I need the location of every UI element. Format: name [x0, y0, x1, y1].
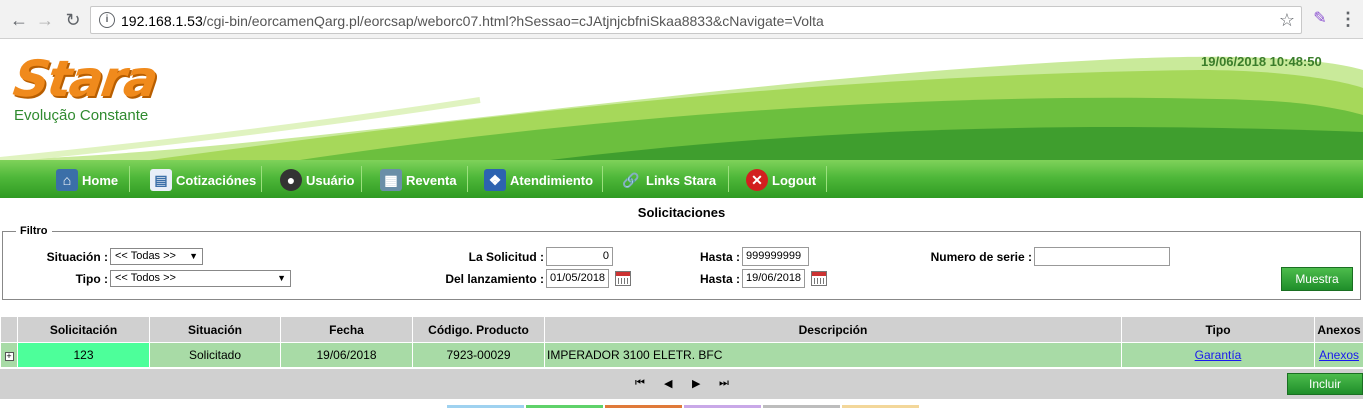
reload-icon[interactable]: ↻ — [62, 9, 84, 31]
menu-icon[interactable]: ⋮ — [1338, 8, 1358, 30]
chevron-down-icon: ▼ — [189, 251, 198, 261]
menu-divider — [467, 166, 468, 192]
cell-codigo: 7923-00029 — [412, 342, 545, 368]
situacion-value: << Todas >> — [115, 250, 176, 262]
header-descripcion[interactable]: Descripción — [544, 316, 1122, 343]
header-tipo[interactable]: Tipo — [1121, 316, 1315, 343]
menu-divider — [602, 166, 603, 192]
menu-item-cotizaciones[interactable]: ▤ Cotizaciónes — [150, 167, 256, 193]
header-anexos[interactable]: Anexos — [1314, 316, 1363, 343]
document-icon: ▤ — [150, 169, 172, 191]
menu-label: Logout — [772, 172, 817, 188]
first-page-icon[interactable]: ⏮ — [635, 377, 645, 390]
user-icon: ● — [280, 169, 302, 191]
star-icon[interactable]: ☆ — [1279, 10, 1295, 31]
address-bar[interactable]: i 192.168.1.53/cgi-bin/eorcamenQarg.pl/e… — [90, 6, 1302, 34]
calendar-icon[interactable] — [811, 271, 827, 286]
tipo-label: Tipo : — [75, 272, 108, 286]
menu-label: Cotizaciónes — [176, 172, 257, 188]
cell-anexos: Anexos — [1314, 342, 1363, 368]
hasta-solicitud-input[interactable]: 999999999 — [742, 247, 809, 266]
menu-divider — [129, 166, 130, 192]
cell-descripcion: IMPERADOR 3100 ELETR. BFC — [544, 342, 1122, 368]
menu-label: Home — [82, 172, 119, 188]
last-page-icon[interactable]: ⏭ — [719, 377, 729, 390]
header-solicitacion[interactable]: Solicitación — [17, 316, 150, 343]
cell-situacion: Solicitado — [149, 342, 281, 368]
solicitud-label: La Solicitud : — [468, 250, 544, 264]
header-expander — [0, 316, 18, 343]
grid-pager: ⏮ ◀ ▶ ⏭ Incluir — [0, 369, 1363, 399]
situacion-select[interactable]: << Todas >> ▼ — [110, 248, 203, 265]
stara-logo: Stara — [10, 50, 160, 108]
cell-fecha: 19/06/2018 — [280, 342, 413, 368]
url-path: /cgi-bin/eorcamenQarg.pl/eorcsap/weborc0… — [202, 13, 824, 29]
cell-tipo: Garantía — [1121, 342, 1315, 368]
grid-header-row: Solicitación Situación Fecha Código. Pro… — [0, 316, 1363, 343]
extension-icon[interactable]: ✎ — [1309, 8, 1331, 30]
lanzamiento-label: Del lanzamiento : — [445, 272, 544, 286]
browser-toolbar: ← → ↻ i 192.168.1.53/cgi-bin/eorcamenQar… — [0, 0, 1363, 39]
forward-icon[interactable]: → — [34, 9, 56, 31]
header-codigo[interactable]: Código. Producto — [412, 316, 545, 343]
tagline: Evolução Constante — [14, 107, 149, 124]
info-icon[interactable]: i — [99, 12, 115, 28]
situacion-label: Situación : — [46, 250, 108, 264]
tipo-link[interactable]: Garantía — [1195, 348, 1242, 362]
prev-page-icon[interactable]: ◀ — [664, 377, 672, 390]
menu-label: Reventa — [406, 172, 457, 188]
anexos-link[interactable]: Anexos — [1319, 348, 1359, 362]
menu-item-home[interactable]: ⌂ Home — [56, 167, 118, 193]
solicitud-input[interactable]: 0 — [546, 247, 613, 266]
back-icon[interactable]: ← — [8, 9, 30, 31]
service-icon: ❖ — [484, 169, 506, 191]
expander-cell[interactable]: + — [0, 342, 18, 368]
menu-item-logout[interactable]: ✕ Logout — [746, 167, 816, 193]
header-banner: Stara Evolução Constante 19/06/2018 10:4… — [0, 40, 1363, 160]
incluir-button[interactable]: Incluir — [1287, 373, 1363, 395]
logout-icon: ✕ — [746, 169, 768, 191]
page-title: Solicitaciones — [637, 205, 726, 220]
cell-solicitacion[interactable]: 123 — [17, 342, 150, 368]
tipo-select[interactable]: << Todos >> ▼ — [110, 270, 291, 287]
serie-label: Numero de serie : — [930, 250, 1032, 264]
lanzamiento-input[interactable]: 01/05/2018 — [546, 269, 609, 288]
table-row[interactable]: + 123 Solicitado 19/06/2018 7923-00029 I… — [0, 342, 1363, 368]
menu-label: Links Stara — [646, 172, 717, 188]
url-text[interactable]: 192.168.1.53/cgi-bin/eorcamenQarg.pl/eor… — [121, 13, 824, 29]
link-icon: 🔗 — [622, 172, 640, 188]
menu-item-links-stara[interactable]: 🔗 Links Stara — [620, 167, 716, 193]
hasta-solicitud-label: Hasta : — [699, 250, 740, 264]
logo-text: Stara — [9, 50, 161, 108]
next-page-icon[interactable]: ▶ — [692, 377, 700, 390]
tipo-value: << Todos >> — [115, 272, 176, 284]
menu-item-atendimiento[interactable]: ❖ Atendimiento — [484, 167, 593, 193]
menu-divider — [728, 166, 729, 192]
expand-icon[interactable]: + — [4, 352, 14, 361]
datetime-label: 19/06/2018 10:48:50 — [1201, 54, 1322, 69]
header-fecha[interactable]: Fecha — [280, 316, 413, 343]
hasta-fecha-input[interactable]: 19/06/2018 — [742, 269, 805, 288]
muestra-button[interactable]: Muestra — [1281, 267, 1353, 291]
menu-divider — [826, 166, 827, 192]
url-host: 192.168.1.53 — [121, 13, 203, 29]
header-situacion[interactable]: Situación — [149, 316, 281, 343]
main-menu: ⌂ Home ▤ Cotizaciónes ● Usuário ▦ Reventa ❖ A… — [0, 160, 1363, 198]
menu-item-reventa[interactable]: ▦ Reventa — [380, 167, 457, 193]
menu-label: Atendimiento — [510, 172, 594, 188]
filter-legend: Filtro — [16, 225, 52, 237]
calendar-icon[interactable] — [615, 271, 631, 286]
menu-label: Usuário — [306, 172, 355, 188]
home-icon: ⌂ — [56, 169, 78, 191]
banner-swoosh — [0, 56, 1363, 160]
menu-divider — [361, 166, 362, 192]
chevron-down-icon: ▼ — [277, 273, 286, 283]
menu-divider — [261, 166, 262, 192]
hasta-fecha-label: Hasta : — [699, 272, 740, 286]
menu-item-usuario[interactable]: ● Usuário — [280, 167, 354, 193]
results-grid: Solicitación Situación Fecha Código. Pro… — [0, 316, 1363, 368]
serie-input[interactable] — [1034, 247, 1170, 266]
store-icon: ▦ — [380, 169, 402, 191]
